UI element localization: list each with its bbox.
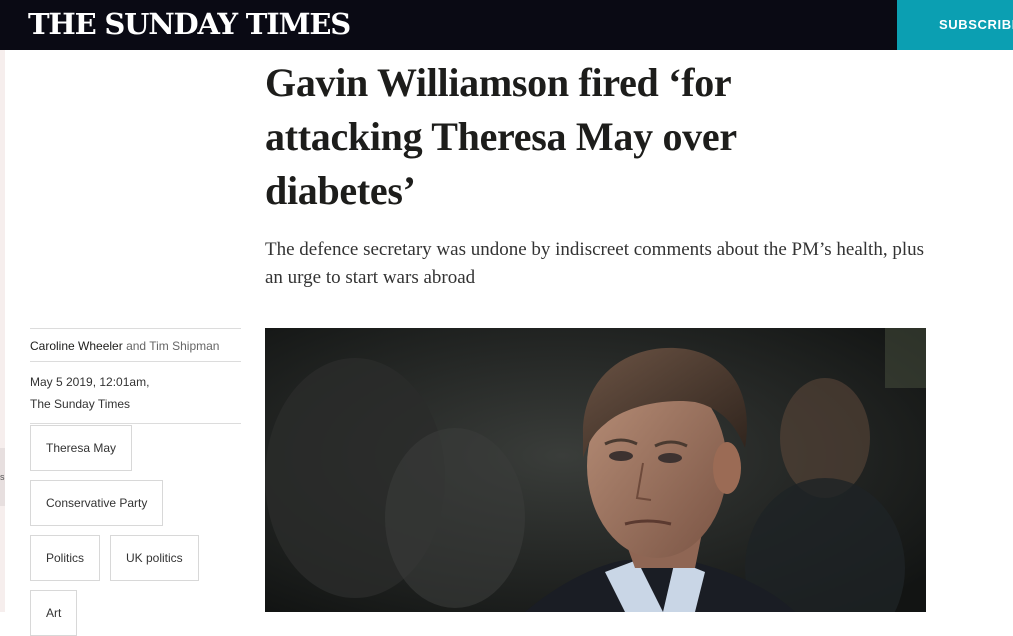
left-edge-tab[interactable]: s <box>0 448 5 506</box>
tag-uk-politics[interactable]: UK politics <box>110 535 199 581</box>
portrait-photo-icon <box>265 328 926 612</box>
masthead-logo[interactable]: THE SUNDAY TIMES <box>28 5 351 43</box>
left-edge-strip: s <box>0 50 5 612</box>
byline: Caroline Wheeler and Tim Shipman <box>30 328 241 361</box>
byline-conjunction: and <box>126 339 147 353</box>
tag-art[interactable]: Art <box>30 590 78 636</box>
article-standfirst: The defence secretary was undone by indi… <box>265 239 924 288</box>
publish-date: May 5 2019, 12:01am, <box>30 375 150 389</box>
meta-divider <box>30 423 241 424</box>
author-link[interactable]: Caroline Wheeler <box>30 339 123 353</box>
tag-conservative-party[interactable]: Conservative Party <box>30 480 164 526</box>
author-link[interactable]: Tim Shipman <box>149 339 219 353</box>
tag-politics[interactable]: Politics <box>30 535 101 581</box>
dateline: May 5 2019, 12:01am, The Sunday Times <box>30 361 241 423</box>
tag-theresa-may[interactable]: Theresa May <box>30 425 133 471</box>
hero-image <box>265 328 926 612</box>
article-headline: Gavin Williamson fired ‘for attacking Th… <box>265 60 737 213</box>
top-navigation-bar: THE SUNDAY TIMES SUBSCRIBE <box>0 0 1013 50</box>
subscribe-button[interactable]: SUBSCRIBE <box>897 0 1013 50</box>
article-meta: Caroline Wheeler and Tim Shipman May 5 2… <box>30 328 241 424</box>
publication-name: The Sunday Times <box>30 397 131 411</box>
